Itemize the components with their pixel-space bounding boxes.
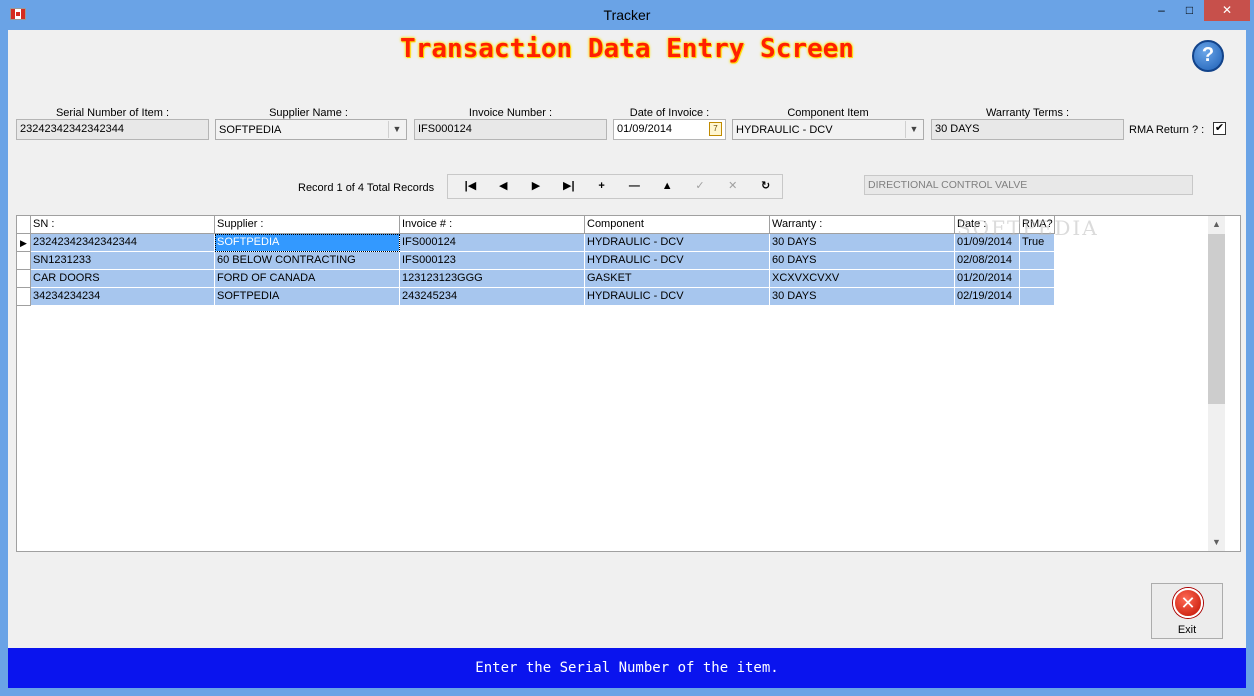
table-cell[interactable]: HYDRAULIC - DCV	[585, 234, 770, 252]
scroll-up-icon[interactable]: ▲	[1208, 216, 1225, 233]
table-cell[interactable]: IFS000124	[400, 234, 585, 252]
column-header[interactable]: Supplier :	[215, 216, 400, 234]
last-record-button[interactable]: ▶|	[552, 175, 585, 198]
table-cell[interactable]: 30 DAYS	[770, 234, 955, 252]
column-header[interactable]: Component	[585, 216, 770, 234]
column-header[interactable]: Warranty :	[770, 216, 955, 234]
record-navigator: |◀ ◀ ▶ ▶| + — ▲ ✓ ✕ ↻	[447, 174, 783, 199]
delete-record-button[interactable]: —	[618, 175, 651, 198]
table-cell[interactable]: SOFTPEDIA	[215, 234, 400, 252]
table-cell[interactable]: FORD OF CANADA	[215, 270, 400, 288]
component-item-label: Component Item	[787, 107, 869, 119]
table-cell[interactable]: IFS000123	[400, 252, 585, 270]
status-bar: Enter the Serial Number of the item.	[8, 648, 1246, 688]
component-description-field: DIRECTIONAL CONTROL VALVE	[864, 175, 1193, 195]
table-cell[interactable]: SOFTPEDIA	[215, 288, 400, 306]
cancel-edit-button[interactable]: ✕	[716, 175, 749, 198]
component-item-value: HYDRAULIC - DCV	[736, 124, 833, 136]
rma-return-checkbox[interactable]: ✔	[1213, 122, 1226, 135]
close-window-button[interactable]: ✕	[1204, 0, 1250, 21]
table-row[interactable]: SN1231233 60 BELOW CONTRACTING IFS000123 HY…	[17, 252, 1055, 270]
edit-record-button[interactable]: ▲	[651, 175, 684, 198]
rma-return-label: RMA Return ? :	[1129, 124, 1205, 136]
column-header[interactable]: Invoice # :	[400, 216, 585, 234]
grid-corner	[17, 216, 31, 234]
first-record-button[interactable]: |◀	[454, 175, 487, 198]
table-cell[interactable]: CAR DOORS	[31, 270, 215, 288]
client-area: Transaction Data Entry Screen ? Serial N…	[8, 30, 1246, 688]
table-cell[interactable]: XCXVXCVXV	[770, 270, 955, 288]
exit-button[interactable]: ✕ Exit	[1151, 583, 1223, 639]
minimize-button[interactable]: –	[1148, 0, 1175, 21]
supplier-name-label: Supplier Name :	[269, 107, 348, 119]
table-row[interactable]: CAR DOORS FORD OF CANADA 123123123GGG GASKE…	[17, 270, 1055, 288]
serial-number-label: Serial Number of Item :	[55, 107, 170, 119]
table-cell[interactable]: 60 DAYS	[770, 252, 955, 270]
warranty-terms-label: Warranty Terms :	[985, 107, 1070, 119]
table-cell[interactable]: HYDRAULIC - DCV	[585, 288, 770, 306]
table-cell[interactable]: 01/20/2014	[955, 270, 1020, 288]
next-record-button[interactable]: ▶	[520, 175, 553, 198]
column-header[interactable]: SN :	[31, 216, 215, 234]
add-record-button[interactable]: +	[585, 175, 618, 198]
transactions-grid[interactable]: SN : Supplier : Invoice # : Component Warran…	[16, 215, 1241, 552]
supplier-name-value: SOFTPEDIA	[219, 124, 282, 136]
row-indicator[interactable]	[17, 288, 31, 306]
previous-record-button[interactable]: ◀	[487, 175, 520, 198]
maximize-button[interactable]: □	[1176, 0, 1203, 21]
scroll-down-icon[interactable]: ▼	[1208, 534, 1225, 551]
chevron-down-icon[interactable]: ▼	[388, 121, 405, 138]
current-row-indicator-icon[interactable]: ▶	[17, 234, 31, 252]
serial-number-input[interactable]: 23242342342342344	[16, 119, 209, 140]
record-count-label: Record 1 of 4 Total Records	[298, 182, 435, 194]
warranty-terms-input[interactable]: 30 DAYS	[931, 119, 1124, 140]
table-cell[interactable]: GASKET	[585, 270, 770, 288]
component-item-dropdown[interactable]: HYDRAULIC - DCV ▼	[732, 119, 924, 140]
refresh-data-button[interactable]: ↻	[749, 175, 782, 198]
invoice-number-input[interactable]: IFS000124	[414, 119, 607, 140]
table-cell[interactable]: SN1231233	[31, 252, 215, 270]
table-cell[interactable]: 02/19/2014	[955, 288, 1020, 306]
table-row[interactable]: ▶ 23242342342342344 SOFTPEDIA IFS000124 HYDR…	[17, 234, 1055, 252]
table-cell[interactable]: 60 BELOW CONTRACTING	[215, 252, 400, 270]
table-cell[interactable]	[1020, 270, 1055, 288]
exit-label: Exit	[1177, 624, 1197, 636]
grid-header: SN : Supplier : Invoice # : Component Warran…	[17, 216, 1055, 234]
supplier-name-dropdown[interactable]: SOFTPEDIA ▼	[215, 119, 407, 140]
app-window: Tracker – □ ✕ Transaction Data Entry Scr…	[0, 0, 1254, 696]
invoice-number-label: Invoice Number :	[468, 107, 553, 119]
calendar-icon[interactable]: 7	[709, 122, 722, 136]
post-edit-button[interactable]: ✓	[684, 175, 717, 198]
vertical-scrollbar[interactable]: ▲ ▼	[1208, 216, 1225, 551]
help-button[interactable]: ?	[1192, 40, 1224, 72]
table-cell[interactable]: 123123123GGG	[400, 270, 585, 288]
page-title: Transaction Data Entry Screen	[400, 34, 854, 64]
chevron-down-icon[interactable]: ▼	[905, 121, 922, 138]
table-cell[interactable]: 30 DAYS	[770, 288, 955, 306]
row-indicator[interactable]	[17, 252, 31, 270]
date-of-invoice-label: Date of Invoice :	[629, 107, 710, 119]
table-cell[interactable]: 23242342342342344	[31, 234, 215, 252]
table-cell[interactable]	[1020, 288, 1055, 306]
date-of-invoice-value: 01/09/2014	[617, 123, 673, 135]
title-bar[interactable]: Tracker – □ ✕	[0, 0, 1254, 30]
table-cell[interactable]: HYDRAULIC - DCV	[585, 252, 770, 270]
scroll-thumb[interactable]	[1208, 234, 1225, 404]
table-cell[interactable]: 34234234234	[31, 288, 215, 306]
table-cell[interactable]	[1020, 252, 1055, 270]
exit-icon: ✕	[1173, 588, 1203, 618]
table-row[interactable]: 34234234234 SOFTPEDIA 243245234 HYDRAULIC -…	[17, 288, 1055, 306]
watermark: SOFTPEDIA	[957, 216, 1099, 240]
window-title: Tracker	[603, 7, 651, 23]
table-cell[interactable]: 02/08/2014	[955, 252, 1020, 270]
table-cell[interactable]: 243245234	[400, 288, 585, 306]
row-indicator[interactable]	[17, 270, 31, 288]
date-of-invoice-picker[interactable]: 01/09/2014 7	[613, 119, 726, 140]
